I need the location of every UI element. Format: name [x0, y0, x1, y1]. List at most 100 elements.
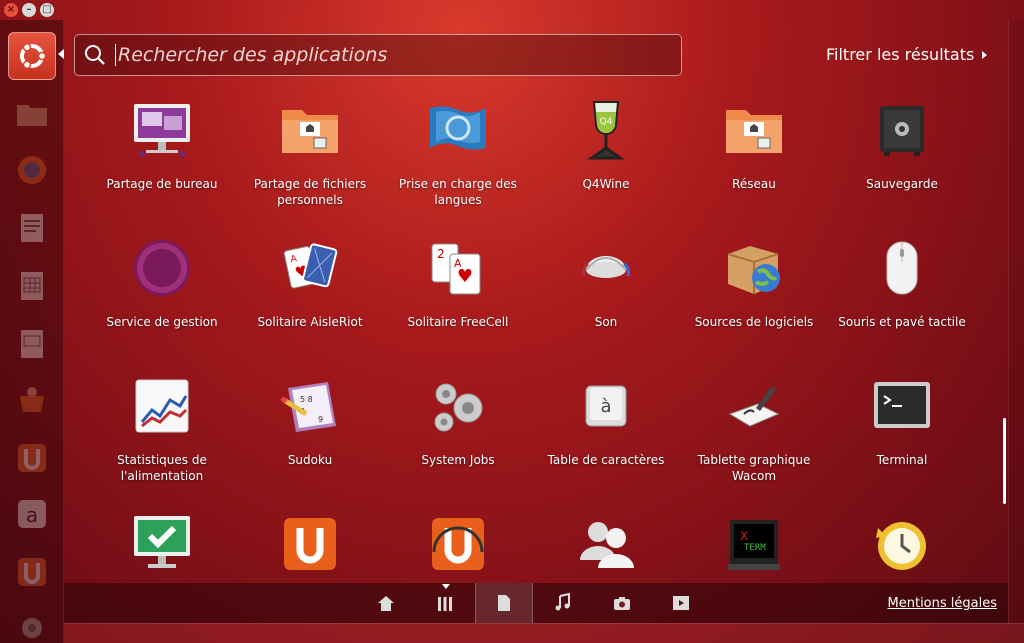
app-item[interactable]: Sources de logiciels — [680, 236, 828, 330]
search-input[interactable] — [115, 44, 681, 66]
app-label: Solitaire AisleRiot — [257, 315, 363, 329]
app-item[interactable]: A ♥ Solitaire AisleRiot — [236, 236, 384, 330]
search-box[interactable] — [74, 34, 682, 76]
app-label: Service de gestion — [106, 315, 218, 329]
app-item[interactable]: Q4 Q4Wine — [532, 98, 680, 192]
svg-text:a: a — [26, 503, 38, 527]
app-item[interactable] — [236, 512, 384, 576]
users-icon — [574, 512, 638, 576]
legal-notice-link[interactable]: Mentions légales — [888, 596, 997, 611]
bottom-strip — [64, 623, 1024, 643]
app-label: Réseau — [732, 177, 776, 191]
app-label: Prise en charge des langues — [399, 177, 517, 207]
chevron-right-icon — [982, 50, 988, 59]
restore-clock-icon — [870, 512, 934, 576]
app-item[interactable]: Réseau — [680, 98, 828, 192]
app-label: Partage de bureau — [106, 177, 218, 191]
playing-cards-icon: A ♥ — [278, 236, 342, 300]
app-item[interactable]: Partage de fichiers personnels — [236, 98, 384, 208]
ubuntu-one-music-icon — [426, 512, 490, 576]
filter-results-button[interactable]: Filtrer les résultats — [826, 45, 988, 64]
svg-text:Q4: Q4 — [600, 117, 613, 127]
app-item[interactable]: 2 A ♥ Solitaire FreeCell — [384, 236, 532, 330]
sound-icon — [574, 236, 638, 300]
app-label: Solitaire FreeCell — [407, 315, 509, 329]
gears-icon — [426, 374, 490, 438]
mouse-icon — [870, 236, 934, 300]
app-item[interactable]: Terminal — [828, 374, 976, 468]
app-label: Sudoku — [287, 453, 333, 467]
lens-bar: Mentions légales — [64, 583, 1008, 623]
app-item[interactable] — [88, 512, 236, 576]
app-label: System Jobs — [421, 453, 495, 467]
app-item[interactable]: 5 829 Sudoku — [236, 374, 384, 468]
home-lens-icon[interactable] — [357, 583, 415, 623]
applications-lens-icon[interactable] — [416, 583, 474, 623]
app-label: Q4Wine — [582, 177, 630, 191]
app-item[interactable] — [828, 512, 976, 576]
svg-text:à: à — [600, 396, 611, 417]
app-item[interactable]: Son — [532, 236, 680, 330]
ubuntu-one-icon[interactable] — [8, 434, 56, 482]
network-folder-icon — [722, 98, 786, 162]
app-item[interactable]: Tablette graphique Wacom — [680, 374, 828, 484]
terminal-icon — [870, 374, 934, 438]
app-label: Sources de logiciels — [694, 315, 814, 329]
svg-text:♥: ♥ — [457, 266, 473, 287]
svg-text:X: X — [740, 529, 748, 543]
minimize-icon[interactable]: – — [22, 3, 36, 17]
ubuntu-home-icon[interactable] — [8, 32, 56, 80]
music-lens-icon[interactable] — [534, 583, 592, 623]
app-item[interactable]: Statistiques de l'alimentation — [88, 374, 236, 484]
folder-share-icon — [278, 98, 342, 162]
software-sources-icon — [722, 236, 786, 300]
app-label: Table de caractères — [547, 453, 665, 467]
photos-lens-icon[interactable] — [593, 583, 651, 623]
app-item[interactable]: Prise en charge des langues — [384, 98, 532, 208]
video-lens-icon[interactable] — [652, 583, 710, 623]
management-ring-icon — [130, 236, 194, 300]
scrollbar[interactable] — [1003, 418, 1006, 504]
app-label: Terminal — [876, 453, 928, 467]
impress-icon[interactable] — [8, 320, 56, 368]
wacom-tablet-icon — [722, 374, 786, 438]
sudoku-icon: 5 829 — [278, 374, 342, 438]
dash: Filtrer les résultats Partage de bureau … — [64, 20, 1008, 623]
app-item[interactable]: Service de gestion — [88, 236, 236, 330]
language-flag-icon — [426, 98, 490, 162]
character-map-icon: à — [574, 374, 638, 438]
svg-text:2: 2 — [437, 247, 445, 261]
safe-icon — [870, 98, 934, 162]
app-item[interactable] — [384, 512, 532, 576]
calc-icon[interactable] — [8, 262, 56, 310]
window-controls: × – □ — [4, 3, 54, 17]
app-item[interactable] — [532, 512, 680, 576]
svg-text:5 8: 5 8 — [300, 395, 313, 404]
app-item[interactable]: System Jobs — [384, 374, 532, 468]
wine-glass-icon: Q4 — [574, 98, 638, 162]
files-lens-icon[interactable] — [475, 583, 533, 623]
search-icon — [75, 35, 115, 75]
svg-text:TERM: TERM — [744, 543, 766, 553]
freecell-cards-icon: 2 A ♥ — [426, 236, 490, 300]
app-label: Partage de fichiers personnels — [253, 177, 367, 207]
app-item[interactable]: X TERM — [680, 512, 828, 576]
checkmark-monitor-icon — [130, 512, 194, 576]
app-label: Son — [594, 315, 618, 329]
app-label: Sauvegarde — [866, 177, 938, 191]
app-item[interactable]: Partage de bureau — [88, 98, 236, 192]
files-icon[interactable] — [8, 90, 56, 138]
settings-icon[interactable] — [8, 604, 56, 643]
ubuntu-one-music-icon[interactable] — [8, 548, 56, 596]
app-item[interactable]: Sauvegarde — [828, 98, 976, 192]
firefox-icon[interactable] — [8, 146, 56, 194]
desktop-sharing-icon — [130, 98, 194, 162]
writer-icon[interactable] — [8, 204, 56, 252]
close-icon[interactable]: × — [4, 3, 18, 17]
app-item[interactable]: Souris et pavé tactile — [828, 236, 976, 330]
software-center-icon[interactable] — [8, 376, 56, 424]
app-item[interactable]: à Table de caractères — [532, 374, 680, 468]
amazon-icon[interactable]: a — [8, 490, 56, 538]
maximize-icon[interactable]: □ — [40, 3, 54, 17]
filter-label: Filtrer les résultats — [826, 45, 975, 64]
